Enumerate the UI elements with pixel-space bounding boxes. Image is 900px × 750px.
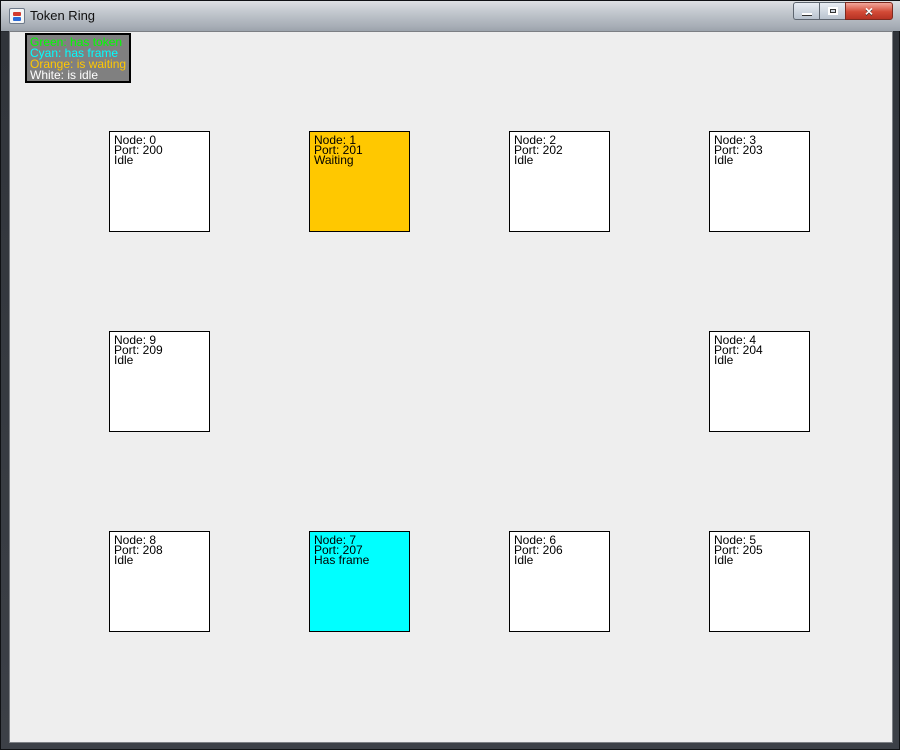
node-4: Node: 4 Port: 204 Idle bbox=[709, 331, 810, 432]
title-bar[interactable]: Token Ring × bbox=[1, 1, 900, 31]
maximize-icon bbox=[827, 7, 838, 15]
window-controls: × bbox=[793, 2, 893, 22]
node-1: Node: 1 Port: 201 Waiting bbox=[309, 131, 410, 232]
node-2: Node: 2 Port: 202 Idle bbox=[509, 131, 610, 232]
node-9: Node: 9 Port: 209 Idle bbox=[109, 331, 210, 432]
node-5: Node: 5 Port: 205 Idle bbox=[709, 531, 810, 632]
close-button[interactable]: × bbox=[845, 2, 893, 20]
close-icon: × bbox=[864, 3, 874, 19]
node-3: Node: 3 Port: 203 Idle bbox=[709, 131, 810, 232]
node-8: Node: 8 Port: 208 Idle bbox=[109, 531, 210, 632]
node-6: Node: 6 Port: 206 Idle bbox=[509, 531, 610, 632]
node-7: Node: 7 Port: 207 Has frame bbox=[309, 531, 410, 632]
window-title: Token Ring bbox=[30, 8, 96, 23]
title-bar-shade bbox=[1, 1, 900, 31]
legend-box: Green: has token Cyan: has frame Orange:… bbox=[25, 33, 131, 83]
node-status: Has frame bbox=[314, 553, 370, 567]
node-0: Node: 0 Port: 200 Idle bbox=[109, 131, 210, 232]
java-app-icon[interactable] bbox=[9, 8, 25, 24]
maximize-button[interactable] bbox=[819, 2, 845, 20]
minimize-button[interactable] bbox=[793, 2, 819, 20]
legend-is-idle: White: is idle bbox=[30, 68, 99, 82]
window-frame: Token Ring × Green: has token Cyan: has … bbox=[0, 0, 900, 750]
minimize-icon bbox=[801, 13, 812, 15]
